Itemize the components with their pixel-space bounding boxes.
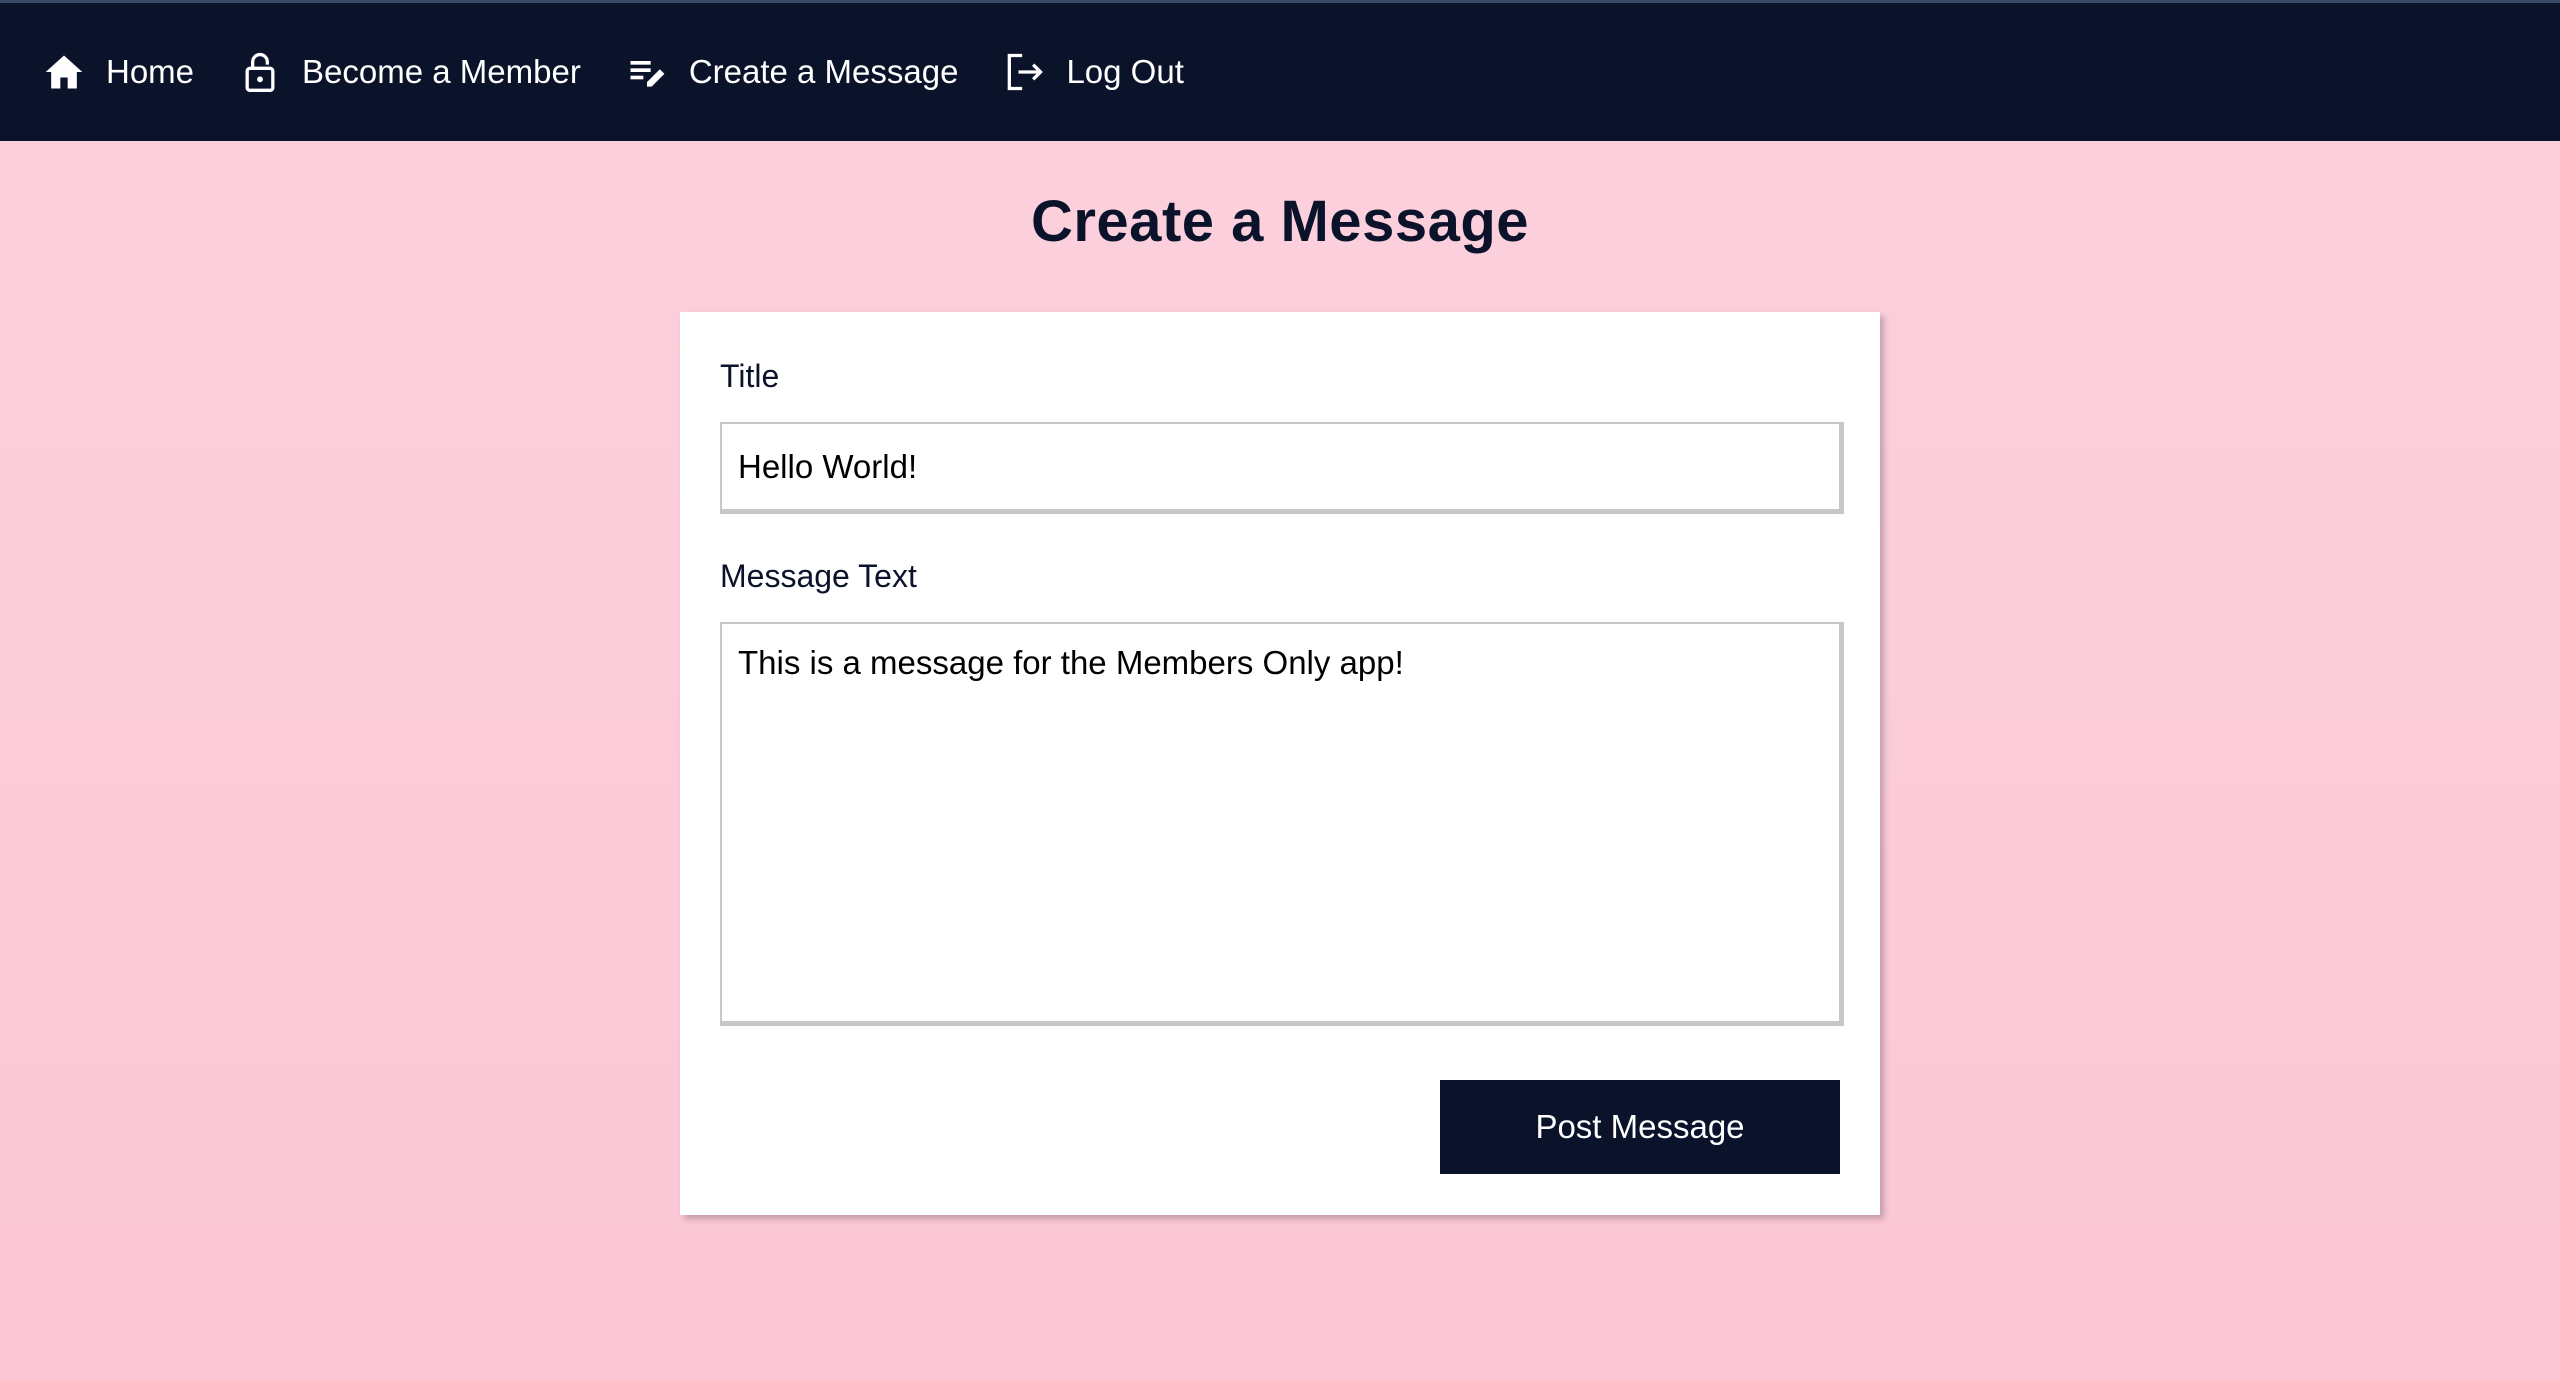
nav-item-label: Log Out [1066, 53, 1184, 90]
page-title: Create a Message [1030, 189, 1530, 254]
post-message-button[interactable]: Post Message [1440, 1080, 1840, 1174]
create-message-form: Title Message Text This is a message for… [680, 312, 1880, 1215]
top-navbar: Home Become a Member Create a Message Lo… [0, 0, 2560, 141]
nav-item-home[interactable]: Home [42, 50, 194, 94]
title-label: Title [720, 358, 780, 394]
message-text-label: Message Text [720, 558, 917, 594]
nav-item-create-message[interactable]: Create a Message [625, 50, 959, 94]
message-text-input[interactable]: This is a message for the Members Only a… [720, 622, 1844, 1026]
nav-item-label: Become a Member [302, 53, 581, 90]
nav-item-logout[interactable]: Log Out [1002, 50, 1184, 94]
home-icon [42, 50, 86, 94]
edit-note-icon [625, 50, 669, 94]
nav-item-become-member[interactable]: Become a Member [238, 50, 581, 94]
lock-icon [238, 50, 282, 94]
nav-item-label: Home [106, 53, 195, 90]
nav-item-label: Create a Message [688, 53, 959, 90]
logout-icon [1002, 50, 1046, 94]
title-input[interactable] [720, 422, 1844, 514]
